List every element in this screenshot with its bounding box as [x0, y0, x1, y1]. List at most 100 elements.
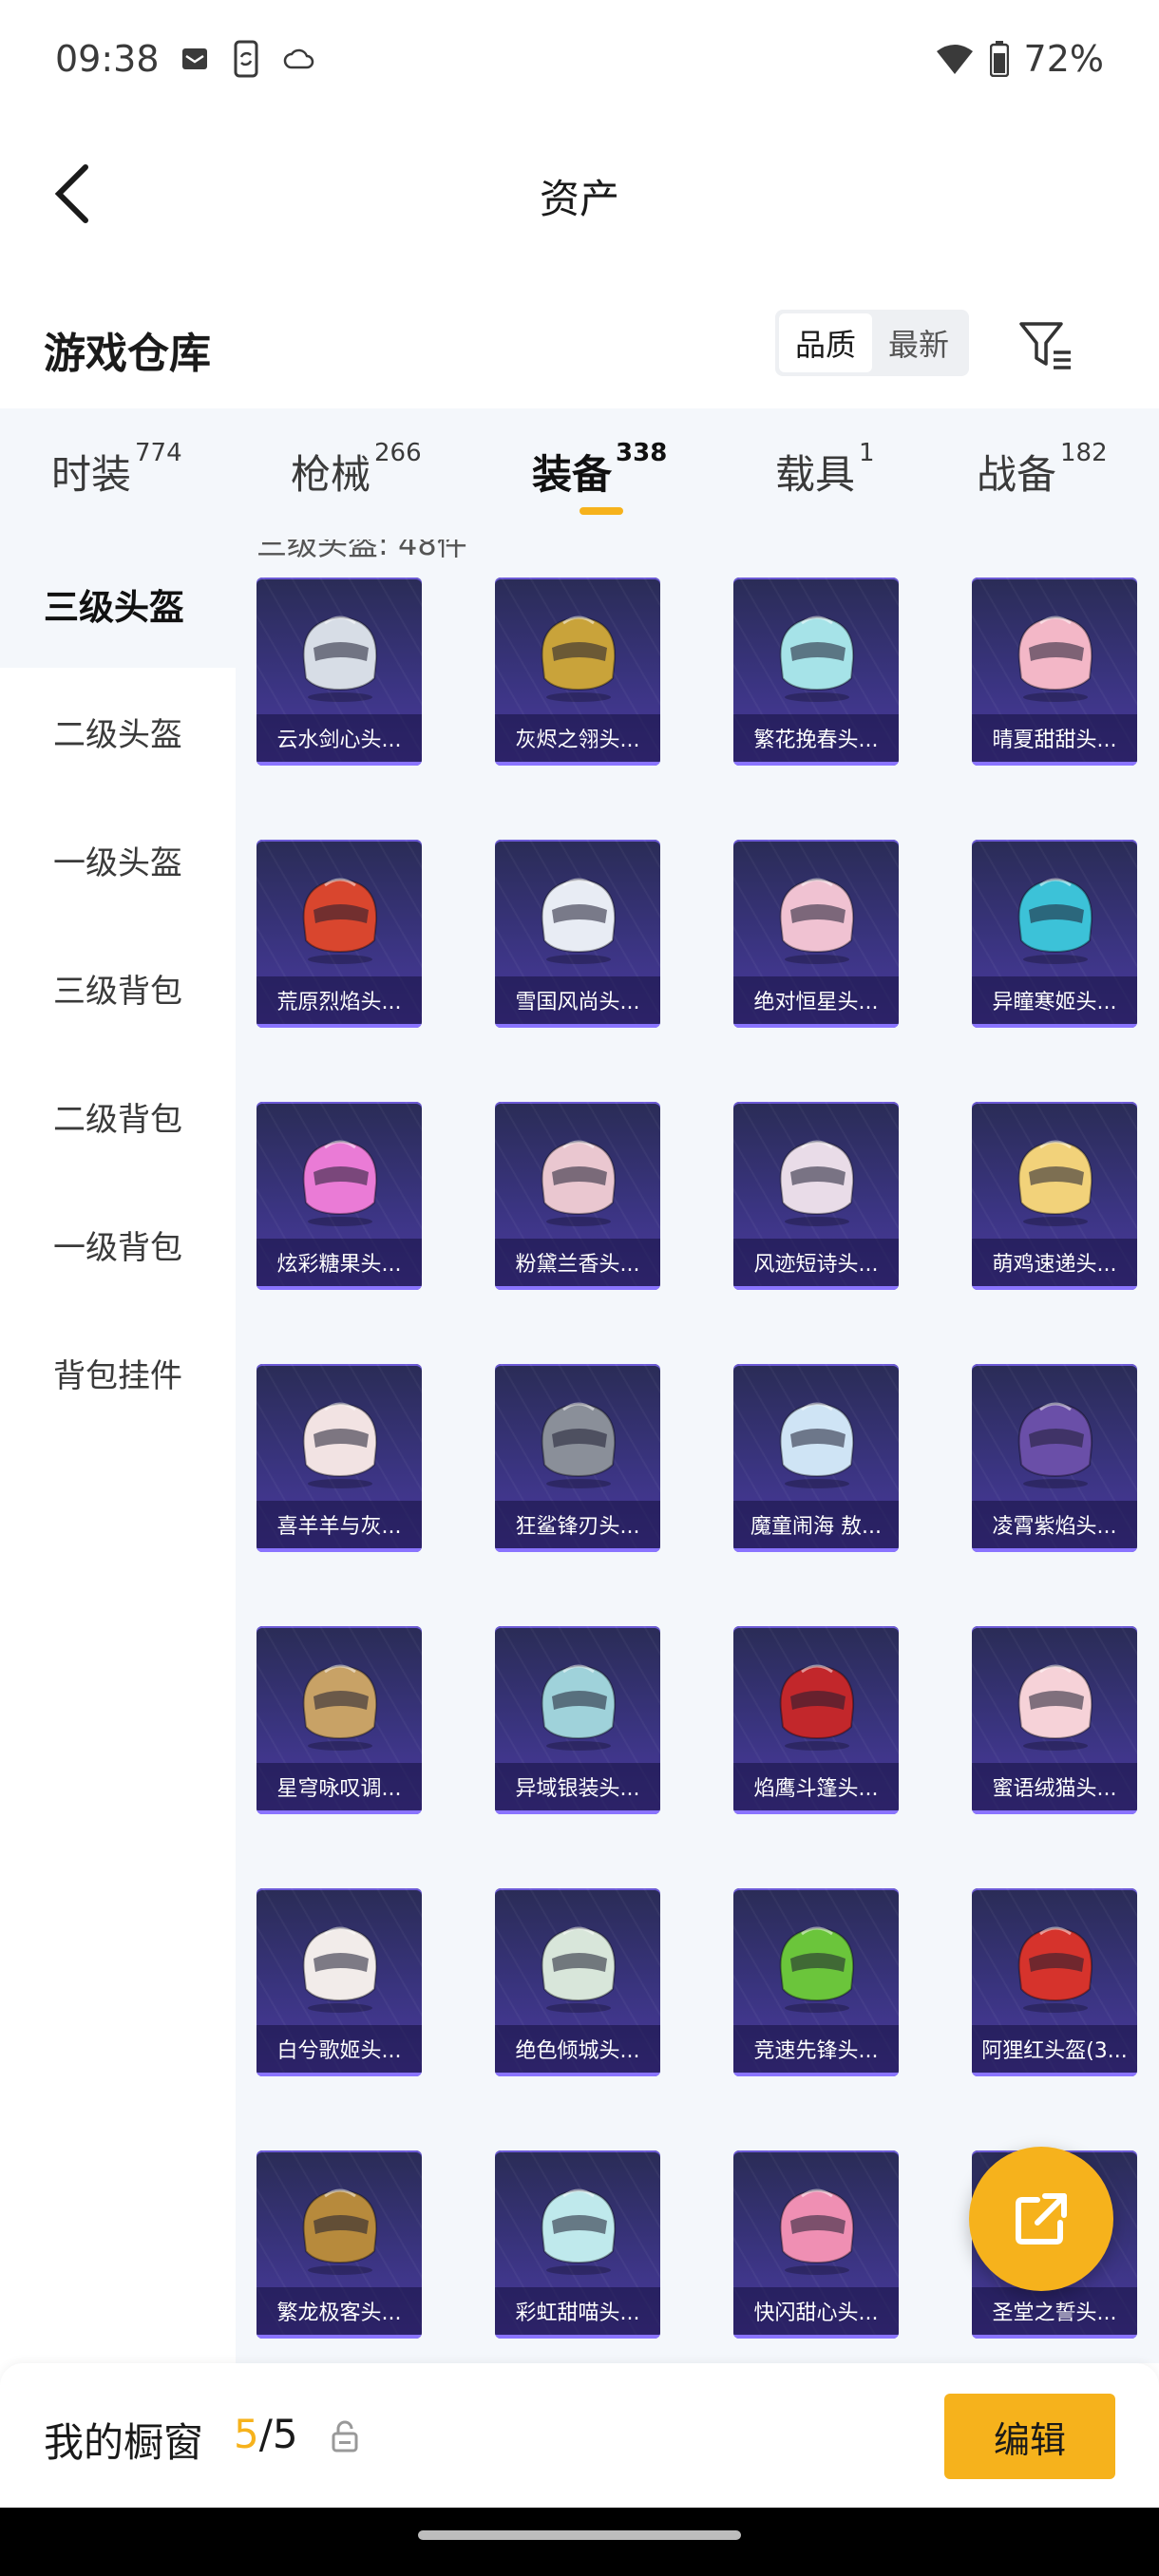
warehouse-row: 游戏仓库 品质 最新: [0, 285, 1159, 408]
rarity-border: [733, 2335, 899, 2339]
item-card[interactable]: 萌鸡速递头...: [972, 1102, 1137, 1290]
rarity-border: [733, 1810, 899, 1814]
helmet-icon: [541, 1664, 617, 1751]
helmet-icon: [1017, 616, 1093, 702]
tab-vehicles[interactable]: 载具 1: [775, 439, 875, 501]
item-name: 阿狸红头盔(3...: [972, 2025, 1137, 2073]
rarity-border: [733, 1286, 899, 1290]
item-card[interactable]: 晴夏甜甜头...: [972, 578, 1137, 766]
edit-button[interactable]: 编辑: [944, 2394, 1115, 2479]
sidebar-item-level2-helmet[interactable]: 二级头盔: [0, 668, 236, 796]
item-card[interactable]: 繁花挽春头...: [733, 578, 899, 766]
helmet-icon: [1017, 1140, 1093, 1226]
tab-weapons[interactable]: 枪械 266: [291, 439, 422, 501]
helmet-icon: [541, 2188, 617, 2275]
filter-button[interactable]: [1013, 312, 1079, 378]
phone-sync-icon: [230, 40, 262, 78]
item-card[interactable]: 星穹咏叹调...: [256, 1626, 422, 1814]
showcase-bar: 我的橱窗 5/5 编辑: [0, 2363, 1159, 2508]
rarity-border: [972, 1548, 1137, 1552]
helmet-icon: [1017, 1402, 1093, 1488]
sort-quality-button[interactable]: 品质: [779, 313, 872, 372]
item-name: 云水剑心头...: [256, 714, 422, 762]
tab-count: 266: [374, 439, 422, 467]
item-card[interactable]: 异瞳寒姬头...: [972, 840, 1137, 1028]
rarity-border: [972, 2335, 1137, 2339]
item-card[interactable]: 绝色倾城头...: [495, 1888, 660, 2076]
tab-count: 182: [1060, 439, 1108, 467]
tab-label: 载具: [775, 451, 856, 498]
item-name: 荒原烈焰头...: [256, 976, 422, 1024]
tab-supplies[interactable]: 战备 182: [977, 439, 1108, 501]
helmet-icon: [302, 616, 378, 702]
item-card[interactable]: 阿狸红头盔(3...: [972, 1888, 1137, 2076]
helmet-icon: [541, 1140, 617, 1226]
item-card[interactable]: 焰鹰斗篷头...: [733, 1626, 899, 1814]
item-card[interactable]: 彩虹甜喵头...: [495, 2150, 660, 2339]
tab-count: 1: [859, 439, 875, 467]
item-name: 萌鸡速递头...: [972, 1239, 1137, 1286]
sidebar-item-level3-helmet[interactable]: 三级头盔: [0, 540, 236, 668]
item-card[interactable]: 白兮歌姬头...: [256, 1888, 422, 2076]
rarity-border: [256, 2335, 422, 2339]
item-name: 繁龙极客头...: [256, 2287, 422, 2335]
rarity-border: [733, 2073, 899, 2076]
item-name: 星穹咏叹调...: [256, 1763, 422, 1810]
item-card[interactable]: 狂鲨锋刃头...: [495, 1364, 660, 1552]
item-card[interactable]: 蜜语绒猫头...: [972, 1626, 1137, 1814]
item-name: 焰鹰斗篷头...: [733, 1763, 899, 1810]
item-name: 圣堂之誓头...: [972, 2287, 1137, 2335]
helmet-icon: [779, 1926, 855, 2013]
rarity-border: [495, 2073, 660, 2076]
item-name: 绝色倾城头...: [495, 2025, 660, 2073]
item-card[interactable]: 繁龙极客头...: [256, 2150, 422, 2339]
item-name: 彩虹甜喵头...: [495, 2287, 660, 2335]
item-name: 雪国风尚头...: [495, 976, 660, 1024]
helmet-icon: [302, 1402, 378, 1488]
item-card[interactable]: 云水剑心头...: [256, 578, 422, 766]
sidebar-item-level1-helmet[interactable]: 一级头盔: [0, 796, 236, 924]
sort-newest-button[interactable]: 最新: [872, 313, 965, 372]
sidebar-item-level2-backpack[interactable]: 二级背包: [0, 1052, 236, 1181]
item-card[interactable]: 风迹短诗头...: [733, 1102, 899, 1290]
item-card[interactable]: 粉黛兰香头...: [495, 1102, 660, 1290]
item-card[interactable]: 荒原烈焰头...: [256, 840, 422, 1028]
item-card[interactable]: 喜羊羊与灰...: [256, 1364, 422, 1552]
item-name: 魔童闹海 敖...: [733, 1501, 899, 1548]
sidebar-item-backpack-charm[interactable]: 背包挂件: [0, 1309, 236, 1437]
item-card[interactable]: 凌霄紫焰头...: [972, 1364, 1137, 1552]
tab-equipment[interactable]: 装备 338: [532, 439, 667, 501]
item-name: 异域银装头...: [495, 1763, 660, 1810]
category-tabs: 时装 774 枪械 266 装备 338 载具 1 战备 182: [0, 408, 1159, 540]
item-card[interactable]: 绝对恒星头...: [733, 840, 899, 1028]
home-indicator[interactable]: [418, 2530, 741, 2540]
status-bar: 09:38 72%: [0, 0, 1159, 118]
helmet-icon: [302, 1140, 378, 1226]
helmet-icon: [779, 1402, 855, 1488]
showcase-total: /5: [258, 2411, 298, 2457]
item-card[interactable]: 炫彩糖果头...: [256, 1102, 422, 1290]
section-heading: 三级头盔: 48件: [256, 540, 467, 562]
share-button[interactable]: [969, 2147, 1113, 2291]
item-card[interactable]: 雪国风尚头...: [495, 840, 660, 1028]
tab-count: 338: [616, 439, 668, 467]
item-card[interactable]: 竞速先锋头...: [733, 1888, 899, 2076]
item-name: 风迹短诗头...: [733, 1239, 899, 1286]
helmet-icon: [541, 616, 617, 702]
subcategory-sidebar: 三级头盔 二级头盔 一级头盔 三级背包 二级背包 一级背包 背包挂件: [0, 540, 236, 2363]
tab-count: 774: [135, 439, 182, 467]
sidebar-item-level3-backpack[interactable]: 三级背包: [0, 924, 236, 1052]
item-name: 白兮歌姬头...: [256, 2025, 422, 2073]
item-name: 炫彩糖果头...: [256, 1239, 422, 1286]
tab-label: 枪械: [291, 451, 371, 498]
helmet-icon: [302, 1664, 378, 1751]
sidebar-item-level1-backpack[interactable]: 一级背包: [0, 1181, 236, 1309]
item-card[interactable]: 灰烬之翎头...: [495, 578, 660, 766]
tab-fashion[interactable]: 时装 774: [51, 439, 182, 501]
item-card[interactable]: 快闪甜心头...: [733, 2150, 899, 2339]
helmet-icon: [779, 878, 855, 964]
item-card[interactable]: 异域银装头...: [495, 1626, 660, 1814]
item-card[interactable]: 魔童闹海 敖...: [733, 1364, 899, 1552]
rarity-border: [733, 1548, 899, 1552]
lock-icon: [332, 2420, 358, 2453]
